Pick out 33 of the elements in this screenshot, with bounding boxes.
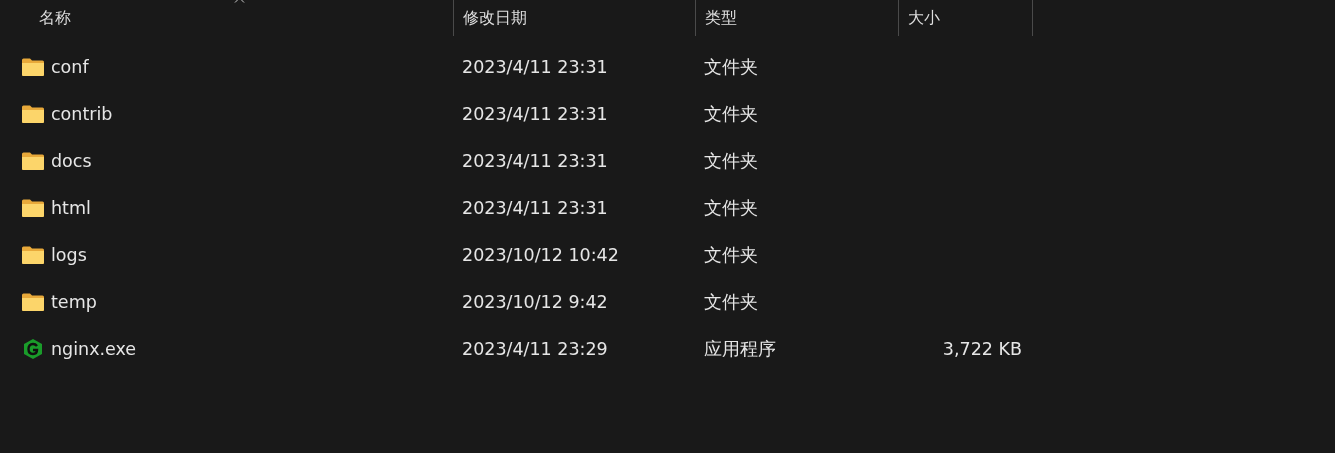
- date-cell: 2023/10/12 9:42: [462, 291, 608, 312]
- date-cell: 2023/10/12 10:42: [462, 244, 619, 265]
- type-cell-text: 文件夹: [704, 196, 758, 220]
- folder-icon: [21, 56, 45, 77]
- date-cell: 2023/4/11 23:31: [462, 197, 608, 218]
- type-cell-text: 文件夹: [704, 55, 758, 79]
- file-name[interactable]: html: [0, 197, 453, 218]
- folder-icon: [21, 103, 45, 124]
- hexagon-g-icon: [21, 337, 45, 360]
- type-cell-text: 应用程序: [704, 337, 776, 361]
- date-cell: 2023/4/11 23:31: [462, 56, 608, 77]
- date-cell: 2023/4/11 23:31: [462, 103, 608, 124]
- column-header[interactable]: 类型: [695, 0, 898, 36]
- file-name[interactable]: docs: [0, 150, 453, 171]
- folder-icon: [21, 291, 45, 312]
- file-name[interactable]: nginx.exe: [0, 337, 453, 360]
- file-name[interactable]: logs: [0, 244, 453, 265]
- file-name[interactable]: conf: [0, 56, 453, 77]
- type-cell-text: 文件夹: [704, 102, 758, 126]
- file-name[interactable]: temp: [0, 291, 453, 312]
- type-cell-text: 文件夹: [704, 243, 758, 267]
- type-cell-text: 文件夹: [704, 290, 758, 314]
- column-header[interactable]: 大小: [898, 0, 1033, 36]
- date-cell: 2023/4/11 23:31: [462, 150, 608, 171]
- folder-icon: [21, 197, 45, 218]
- folder-icon: [21, 244, 45, 265]
- folder-icon: [21, 150, 45, 171]
- column-header[interactable]: 修改日期: [453, 0, 695, 36]
- file-name[interactable]: contrib: [0, 103, 453, 124]
- type-cell-text: 文件夹: [704, 149, 758, 173]
- column-header[interactable]: 名称: [0, 0, 453, 36]
- date-cell: 2023/4/11 23:29: [462, 338, 608, 359]
- size-cell: 3,722 KB: [942, 338, 1022, 359]
